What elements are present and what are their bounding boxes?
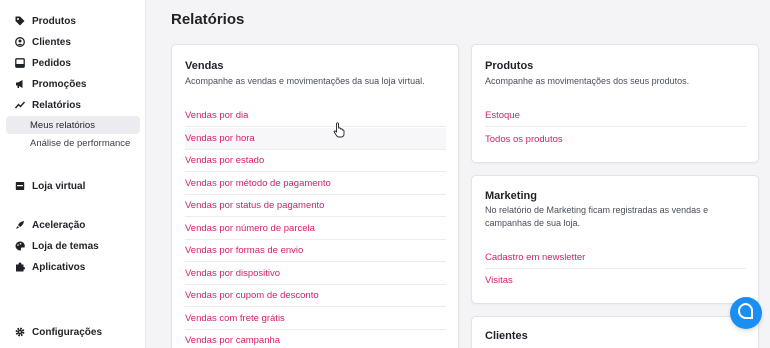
sidebar-item-relatorios[interactable]: Relatórios <box>6 96 140 114</box>
card-description: Acompanhe as movimentações dos seus prod… <box>485 76 690 86</box>
tag-icon <box>15 16 25 26</box>
sidebar-item-aplicativos[interactable]: Aplicativos <box>6 258 140 276</box>
link-vendas-por-dispositivo[interactable]: Vendas por dispositivo <box>185 263 446 285</box>
link-vendas-por-estado[interactable]: Vendas por estado <box>185 150 446 172</box>
sidebar-item-promocoes[interactable]: Promoções <box>6 75 140 93</box>
sidebar-item-label: Produtos <box>32 15 76 27</box>
link-visitas[interactable]: Visitas <box>485 269 746 291</box>
card-description: No relatório de Marketing ficam registra… <box>485 205 709 228</box>
link-vendas-por-hora[interactable]: Vendas por hora <box>185 128 446 150</box>
puzzle-icon <box>15 262 25 272</box>
megaphone-icon <box>15 79 25 89</box>
store-icon <box>15 181 25 191</box>
sidebar-subitem-meus-relatorios[interactable]: Meus relatórios <box>6 116 140 134</box>
chat-bubble-icon <box>737 302 755 325</box>
card-title: Produtos <box>485 60 534 72</box>
link-vendas-por-numero-de-parcela[interactable]: Vendas por número de parcela <box>185 218 446 240</box>
chart-line-icon <box>15 100 25 110</box>
sidebar-item-label: Promoções <box>32 78 87 90</box>
inbox-icon <box>15 58 25 68</box>
sidebar-subitem-label: Análise de performance <box>30 137 131 149</box>
page-title: Relatórios <box>171 11 245 28</box>
card-produtos: Produtos Acompanhe as movimentações dos … <box>471 44 759 163</box>
link-vendas-com-frete-gratis[interactable]: Vendas com frete grátis <box>185 308 446 330</box>
sidebar-item-loja-de-temas[interactable]: Loja de temas <box>6 237 140 255</box>
sidebar-item-label: Aplicativos <box>32 261 86 273</box>
sidebar-item-label: Configurações <box>32 326 103 338</box>
sidebar-item-label: Relatórios <box>32 99 81 111</box>
sidebar-item-configuracoes[interactable]: Configurações <box>6 323 140 341</box>
palette-icon <box>15 241 25 251</box>
sidebar-item-produtos[interactable]: Produtos <box>6 12 140 30</box>
pointer-cursor-icon <box>333 122 345 138</box>
sidebar-item-label: Clientes <box>32 36 71 48</box>
link-vendas-por-cupom-de-desconto[interactable]: Vendas por cupom de desconto <box>185 285 446 307</box>
user-circle-icon <box>15 37 25 47</box>
link-cadastro-em-newsletter[interactable]: Cadastro em newsletter <box>485 247 746 269</box>
sidebar-item-pedidos[interactable]: Pedidos <box>6 54 140 72</box>
card-marketing: Marketing No relatório de Marketing fica… <box>471 175 759 304</box>
card-description: Acompanhe as vendas e movimentações da s… <box>185 76 425 86</box>
link-todos-os-produtos[interactable]: Todos os produtos <box>485 128 746 150</box>
sidebar-item-aceleracao[interactable]: Aceleração <box>6 216 140 234</box>
sidebar-item-clientes[interactable]: Clientes <box>6 33 140 51</box>
sidebar-item-label: Aceleração <box>32 219 86 231</box>
sidebar-item-label: Pedidos <box>32 57 71 69</box>
link-vendas-por-status-de-pagamento[interactable]: Vendas por status de pagamento <box>185 195 446 217</box>
rocket-icon <box>15 220 25 230</box>
sidebar: Produtos Clientes Pedidos Promoções Rela… <box>0 0 146 348</box>
link-vendas-por-dia[interactable]: Vendas por dia <box>185 105 446 127</box>
card-title: Clientes <box>485 330 528 342</box>
link-vendas-por-formas-de-envio[interactable]: Vendas por formas de envio <box>185 240 446 262</box>
sidebar-subitem-analise-performance[interactable]: Análise de performance <box>6 134 140 152</box>
sidebar-item-label: Loja de temas <box>32 240 99 252</box>
card-title: Vendas <box>185 60 224 72</box>
sidebar-item-loja-virtual[interactable]: Loja virtual <box>6 177 140 195</box>
card-clientes: Clientes <box>471 316 759 348</box>
card-title: Marketing <box>485 190 537 202</box>
sidebar-subitem-label: Meus relatórios <box>30 119 95 131</box>
chat-button[interactable] <box>730 297 762 329</box>
link-vendas-por-metodo-de-pagamento[interactable]: Vendas por método de pagamento <box>185 173 446 195</box>
sidebar-item-label: Loja virtual <box>32 180 86 192</box>
gear-icon <box>15 327 25 337</box>
link-vendas-por-campanha[interactable]: Vendas por campanha <box>185 330 446 348</box>
link-estoque[interactable]: Estoque <box>485 105 746 127</box>
card-vendas: Vendas Acompanhe as vendas e movimentaçõ… <box>171 44 459 348</box>
